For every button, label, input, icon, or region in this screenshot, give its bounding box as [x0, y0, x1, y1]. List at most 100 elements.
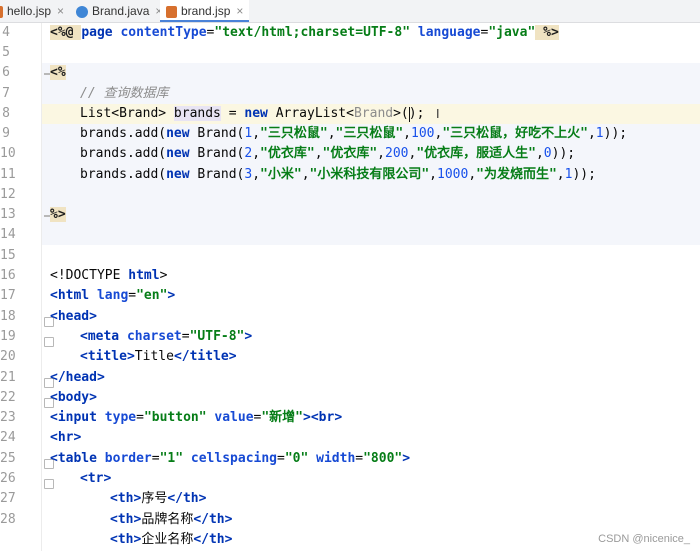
code-token: Title — [134, 349, 174, 364]
code-token: "三只松鼠，好吃不上火" — [442, 126, 588, 141]
line-number: 14 — [0, 227, 16, 242]
line-number: 22 — [0, 390, 16, 405]
code-token: </th> — [193, 532, 233, 547]
code-line: brands.add(new Brand(1,"三只松鼠","三只松鼠",100… — [80, 124, 627, 144]
code-token: <th> — [110, 512, 142, 527]
line-number: 23 — [0, 410, 16, 425]
line-number-gutter: 4 5 6 7 8 9 10 11 12 13 14 15 16 17 18 1… — [0, 23, 42, 551]
tab-label: brand.jsp — [181, 4, 231, 18]
code-token: language — [410, 25, 481, 40]
line-number: 17 — [0, 288, 16, 303]
code-token: new — [244, 106, 276, 121]
code-token: )); — [572, 167, 596, 182]
code-token: = — [355, 451, 364, 466]
code-token: <input — [50, 410, 105, 425]
code-token: ><br> — [303, 410, 343, 425]
code-token: <body> — [50, 390, 97, 405]
java-class-icon — [76, 5, 88, 18]
fold-marker-icon[interactable] — [44, 479, 54, 489]
fold-marker-icon[interactable] — [44, 337, 54, 347]
code-token: , — [252, 167, 261, 182]
code-token: brands.add( — [80, 167, 167, 182]
code-token: charset — [126, 329, 182, 344]
code-token: "优衣库" — [260, 146, 315, 161]
code-token: "小米" — [260, 167, 302, 182]
code-line: <tr> — [80, 469, 111, 489]
code-token: > — [167, 288, 176, 303]
line-number: 24 — [0, 430, 16, 445]
code-token: lang — [96, 288, 129, 303]
jsp-directive-close: %> — [535, 25, 559, 40]
jsp-directive-open: <%@ — [50, 25, 82, 40]
code-token: 0 — [543, 146, 552, 161]
code-token: html — [128, 268, 160, 283]
tab-hello-jsp[interactable]: hello.jsp × — [0, 0, 64, 22]
code-token: , — [252, 146, 261, 161]
code-token: "优衣库，服适人生" — [416, 146, 536, 161]
code-token: </th> — [193, 512, 233, 527]
code-line: <input type="button" value="新增"><br> — [50, 408, 342, 428]
line-number: 18 — [0, 309, 16, 324]
code-token: </title> — [173, 349, 237, 364]
code-token: "优衣库" — [322, 146, 378, 161]
tab-label: Brand.java — [92, 4, 150, 18]
code-token: "button" — [143, 410, 207, 425]
code-token: page — [81, 25, 121, 40]
code-token: "新增" — [261, 410, 304, 425]
line-number: 16 — [0, 268, 16, 283]
code-line: <body> — [50, 388, 97, 408]
editor-tab-bar: hello.jsp × Brand.java × brand.jsp × — [0, 0, 700, 23]
ibeam-cursor-icon: I — [436, 107, 440, 121]
tab-label: hello.jsp — [7, 4, 52, 18]
code-token: new — [166, 126, 198, 141]
code-token: , — [301, 167, 310, 182]
tab-brand-java[interactable]: Brand.java × — [76, 0, 162, 22]
close-icon[interactable]: × — [236, 4, 243, 18]
line-number: 12 — [0, 187, 16, 202]
code-token: contentType — [120, 25, 207, 40]
code-token: Brand( — [197, 126, 245, 141]
code-token: <hr> — [50, 430, 82, 445]
code-token: 序号 — [141, 491, 168, 506]
code-token: value — [206, 410, 254, 425]
code-line: // 查询数据库 — [80, 84, 168, 104]
code-token: width — [308, 451, 356, 466]
code-comment: // 查询数据库 — [80, 86, 169, 101]
code-token: <!DOCTYPE — [50, 268, 129, 283]
code-token: Brand( — [197, 146, 245, 161]
line-number: 25 — [0, 451, 16, 466]
code-token: <th> — [110, 532, 142, 547]
code-token: , — [327, 126, 336, 141]
code-token: "800" — [363, 451, 403, 466]
code-token: <title> — [80, 349, 135, 364]
code-token: "三只松鼠" — [260, 126, 328, 141]
line-number: 9 — [2, 126, 10, 141]
code-token: , — [468, 167, 477, 182]
code-token: <tr> — [80, 471, 112, 486]
code-line: brands.add(new Brand(3,"小米","小米科技有限公司",1… — [80, 165, 596, 185]
code-token: = — [220, 106, 245, 121]
code-token: Brand( — [197, 167, 245, 182]
line-number: 20 — [0, 349, 16, 364]
close-icon[interactable]: × — [57, 4, 64, 18]
code-line: %> — [50, 205, 66, 225]
code-token: 1 — [595, 126, 604, 141]
code-token: , — [314, 146, 323, 161]
code-token: "0" — [284, 451, 309, 466]
line-number: 10 — [0, 146, 16, 161]
code-token: "UTF-8" — [189, 329, 245, 344]
line-number: 8 — [2, 106, 10, 121]
code-token: , — [252, 126, 261, 141]
code-token: "text/html;charset=UTF-8" — [214, 25, 411, 40]
code-token: , — [429, 167, 437, 182]
code-line: </head> — [50, 368, 105, 388]
code-token: 200 — [385, 146, 409, 161]
code-line: <th>企业名称</th> — [110, 530, 232, 550]
code-editor[interactable]: 4 5 6 7 8 9 10 11 12 13 14 15 16 17 18 1… — [0, 23, 700, 551]
code-line: <meta charset="UTF-8"> — [80, 327, 252, 347]
code-line: <html lang="en"> — [50, 286, 175, 306]
code-line: <title>Title</title> — [80, 347, 237, 367]
code-token: )); — [603, 126, 628, 141]
tab-brand-jsp[interactable]: brand.jsp × — [160, 0, 250, 22]
code-line: brands.add(new Brand(2,"优衣库","优衣库",200,"… — [80, 144, 575, 164]
